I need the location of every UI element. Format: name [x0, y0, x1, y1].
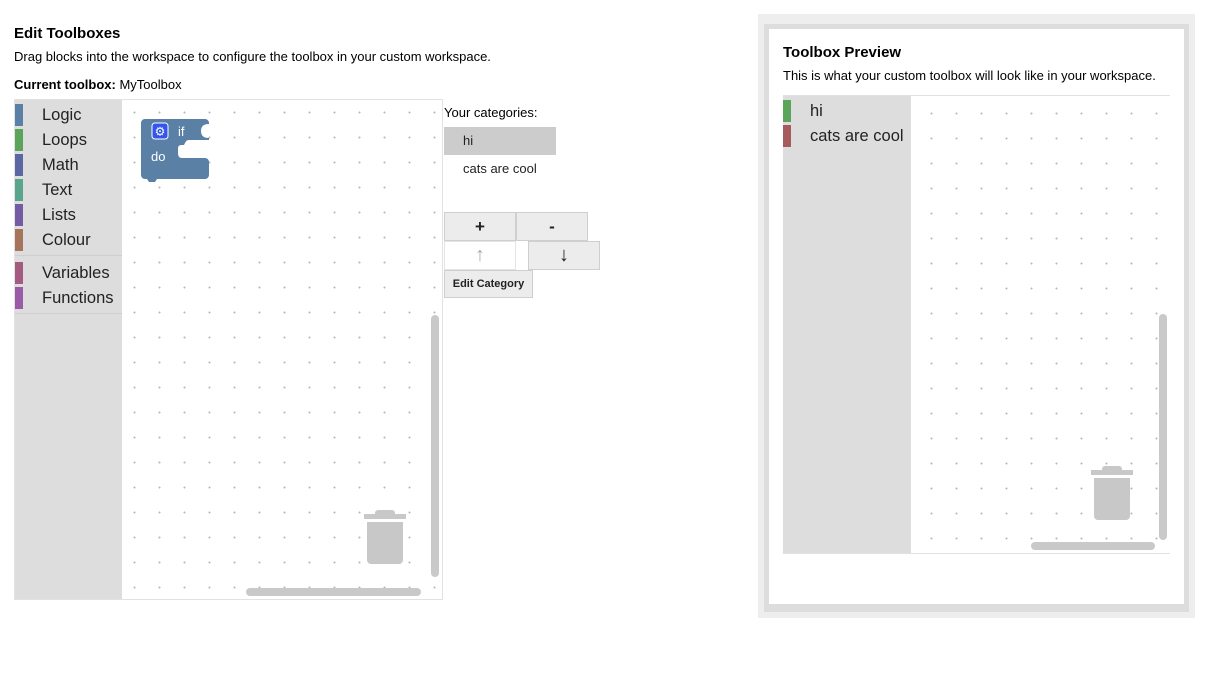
add-category-button[interactable]: +: [444, 212, 516, 241]
category-label: Loops: [42, 131, 87, 149]
category-color-bar: [15, 104, 23, 126]
edit-toolboxes-description: Drag blocks into the workspace to config…: [14, 49, 491, 64]
block-do-label: do: [151, 149, 165, 164]
category-item-hi[interactable]: hi: [444, 127, 556, 155]
category-color-bar: [15, 179, 23, 201]
category-color-bar: [15, 154, 23, 176]
category-label: Logic: [42, 106, 82, 124]
workspace-horizontal-scrollbar[interactable]: [246, 588, 421, 596]
category-color-bar: [15, 129, 23, 151]
category-label: hi: [810, 102, 823, 120]
block-if-label: if: [178, 124, 185, 139]
preview-title: Toolbox Preview: [783, 44, 902, 61]
edit-category-button[interactable]: Edit Category: [444, 270, 533, 298]
workspace-vertical-scrollbar[interactable]: [431, 315, 439, 577]
move-up-button[interactable]: ↑: [444, 241, 516, 270]
category-item-label: hi: [463, 133, 474, 148]
category-label: Text: [42, 181, 73, 199]
preview-frame: Toolbox Preview This is what your custom…: [764, 24, 1189, 612]
category-label: Variables: [42, 264, 110, 282]
trash-can-icon[interactable]: [364, 510, 408, 568]
remove-category-button[interactable]: -: [516, 212, 588, 241]
category-color-bar: [783, 125, 791, 147]
current-toolbox-label: Current toolbox:: [14, 77, 116, 92]
preview-horizontal-scrollbar[interactable]: [1031, 542, 1155, 550]
toolbox-separator: [15, 255, 122, 256]
category-item-cats-are-cool[interactable]: cats are cool: [444, 155, 556, 183]
category-color-bar: [15, 204, 23, 226]
category-label: cats are cool: [810, 127, 904, 145]
preview-trash-can-icon[interactable]: [1091, 466, 1135, 524]
current-toolbox: Current toolbox: MyToolbox: [14, 77, 182, 92]
preview-toolbox: hi cats are cool: [783, 96, 911, 553]
preview-description: This is what your custom toolbox will lo…: [783, 68, 1156, 83]
category-label: Lists: [42, 206, 76, 224]
preview-workspace[interactable]: hi cats are cool: [783, 95, 1170, 554]
preview-panel: Toolbox Preview This is what your custom…: [758, 14, 1195, 618]
if-block-shape: ⚙ if do: [141, 119, 209, 182]
editor-toolbox: Logic Loops Math Text Lists Colour Varia…: [15, 100, 122, 599]
category-item-label: cats are cool: [463, 161, 537, 176]
your-categories-heading: Your categories:: [444, 105, 538, 120]
toolbox-separator: [15, 313, 122, 314]
category-label: Functions: [42, 289, 114, 307]
category-label: Colour: [42, 231, 91, 249]
gear-icon[interactable]: ⚙: [155, 125, 166, 139]
move-down-button[interactable]: ↓: [528, 241, 600, 270]
category-color-bar: [15, 262, 23, 284]
current-toolbox-value: MyToolbox: [119, 77, 182, 92]
preview-vertical-scrollbar[interactable]: [1159, 314, 1167, 540]
editor-workspace[interactable]: Logic Loops Math Text Lists Colour Varia…: [14, 99, 443, 600]
category-color-bar: [783, 100, 791, 122]
if-do-block[interactable]: ⚙ if do: [141, 119, 211, 183]
category-color-bar: [15, 229, 23, 251]
edit-toolboxes-title: Edit Toolboxes: [14, 25, 121, 42]
category-label: Math: [42, 156, 79, 174]
preview-content: Toolbox Preview This is what your custom…: [769, 29, 1184, 604]
category-color-bar: [15, 287, 23, 309]
